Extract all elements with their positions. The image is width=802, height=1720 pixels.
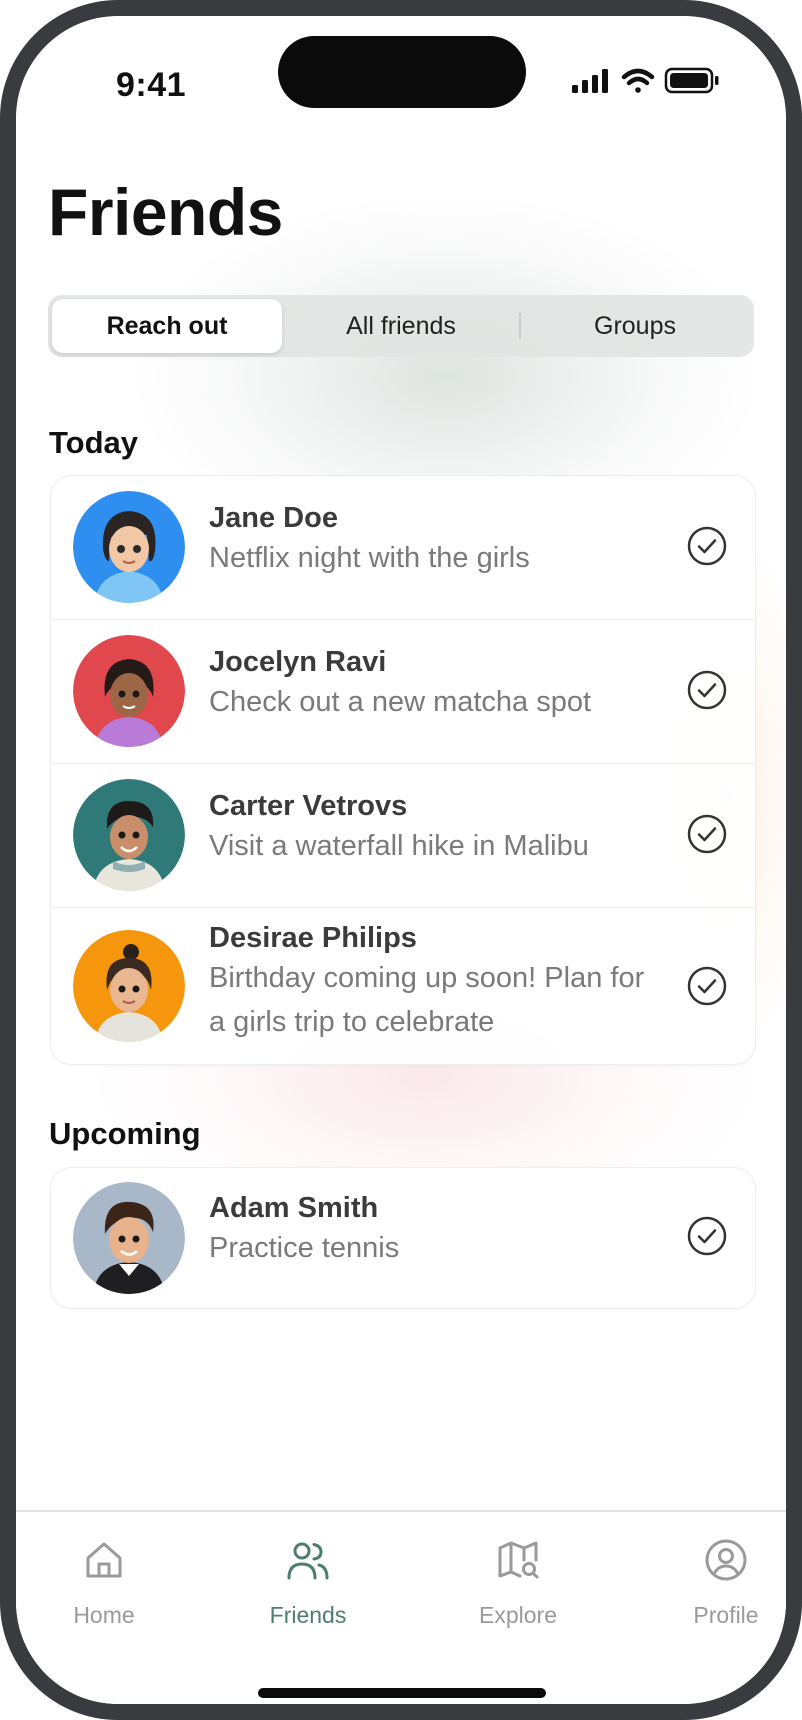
friend-plan: Birthday coming up soon! Plan for a girl… xyxy=(209,962,645,1038)
friend-name: Carter Vetrovs xyxy=(209,790,408,822)
page-title: Friends xyxy=(48,175,283,249)
avatar xyxy=(73,1182,185,1294)
tab-explore[interactable]: Explore xyxy=(438,1532,598,1642)
avatar xyxy=(73,779,185,891)
check-circle-icon[interactable] xyxy=(687,966,727,1006)
segmented-control: Reach out All friends Groups xyxy=(48,295,754,357)
tab-label: Friends xyxy=(269,1602,347,1628)
segment-reach-out[interactable]: Reach out xyxy=(52,299,282,353)
tab-bar: Home Friends Explore Profile xyxy=(16,1510,786,1704)
screen: 9:41 Friends Reach out All friends Group… xyxy=(16,16,786,1704)
friend-name: Desirae Philips xyxy=(209,922,417,954)
users-icon xyxy=(287,1542,329,1580)
section-title-upcoming: Upcoming xyxy=(49,1116,201,1151)
friend-name: Jane Doe xyxy=(209,502,338,534)
check-circle-icon[interactable] xyxy=(687,526,727,566)
status-icons xyxy=(572,66,752,96)
tab-home[interactable]: Home xyxy=(24,1532,184,1642)
list-item[interactable]: Desirae Philips Birthday coming up soon!… xyxy=(51,908,755,1064)
home-indicator[interactable] xyxy=(258,1688,546,1698)
user-circle-icon xyxy=(705,1539,747,1581)
phone-frame: 9:41 Friends Reach out All friends Group… xyxy=(0,0,802,1720)
tab-label: Home xyxy=(73,1602,135,1628)
list-item[interactable]: Adam Smith Practice tennis xyxy=(51,1168,755,1308)
dynamic-island xyxy=(278,36,526,108)
friend-plan: Visit a waterfall hike in Malibu xyxy=(209,830,589,862)
list-item[interactable]: Carter Vetrovs Visit a waterfall hike in… xyxy=(51,764,755,907)
check-circle-icon[interactable] xyxy=(687,1216,727,1256)
avatar xyxy=(73,930,185,1042)
segment-groups[interactable]: Groups xyxy=(520,299,750,353)
check-circle-icon[interactable] xyxy=(687,814,727,854)
home-icon xyxy=(86,1542,122,1578)
friend-plan: Check out a new matcha spot xyxy=(209,686,592,718)
today-card: Jane Doe Netflix night with the girls Jo… xyxy=(50,475,756,1065)
avatar xyxy=(73,635,185,747)
tab-friends[interactable]: Friends xyxy=(228,1532,388,1642)
tab-profile[interactable]: Profile xyxy=(646,1532,786,1642)
status-time: 9:41 xyxy=(116,66,187,104)
tab-label: Explore xyxy=(479,1602,557,1628)
upcoming-card: Adam Smith Practice tennis xyxy=(50,1167,756,1309)
check-circle-icon[interactable] xyxy=(687,670,727,710)
map-search-icon xyxy=(498,1541,539,1579)
friend-name: Jocelyn Ravi xyxy=(209,646,387,678)
friend-plan: Netflix night with the girls xyxy=(209,542,530,574)
list-item[interactable]: Jane Doe Netflix night with the girls xyxy=(51,476,755,619)
section-title-today: Today xyxy=(49,425,138,460)
segment-all-friends[interactable]: All friends xyxy=(286,299,516,353)
avatar xyxy=(73,491,185,603)
tab-label: Profile xyxy=(693,1602,759,1628)
friend-name: Adam Smith xyxy=(209,1192,379,1224)
friend-plan: Practice tennis xyxy=(209,1232,400,1264)
battery-icon xyxy=(664,67,719,94)
list-item[interactable]: Jocelyn Ravi Check out a new matcha spot xyxy=(51,620,755,763)
wifi-icon xyxy=(621,68,655,93)
signal-icon xyxy=(572,69,608,93)
